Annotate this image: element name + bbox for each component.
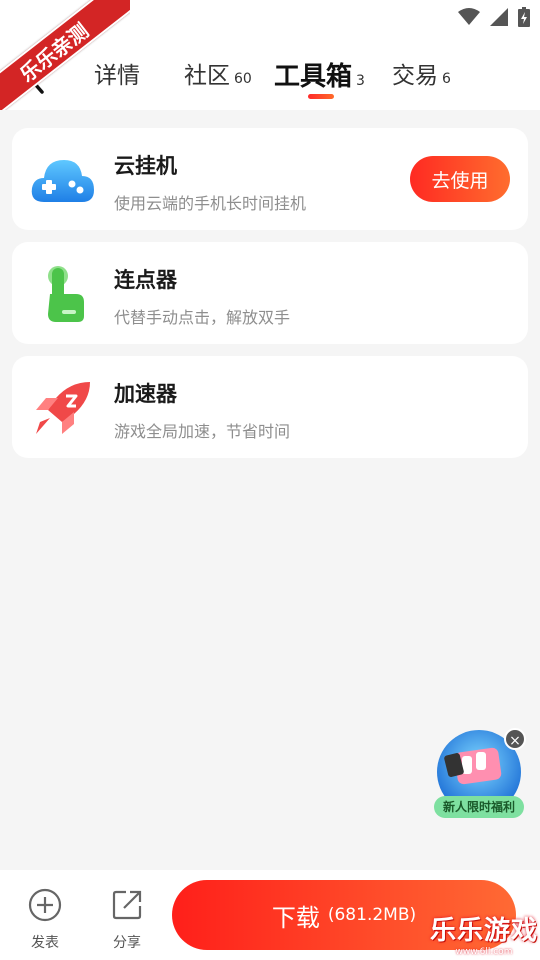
- download-size: (681.2MB): [327, 905, 417, 925]
- tab-label: 社区: [184, 63, 230, 89]
- wifi-icon: [458, 8, 480, 25]
- cloud-gamepad-icon: [31, 160, 94, 202]
- tap-finger-icon: [48, 266, 84, 322]
- promo-label[interactable]: 新人限时福利: [434, 796, 524, 818]
- status-icons: [458, 7, 530, 27]
- signal-icon: [490, 8, 508, 26]
- plus-circle-icon: [28, 888, 62, 922]
- download-label: 下载: [271, 903, 320, 932]
- tool-title: 云挂机: [114, 154, 177, 178]
- post-label: 发表: [31, 935, 59, 951]
- promo-close-button[interactable]: ×: [504, 728, 526, 750]
- tab-details[interactable]: 详情: [94, 56, 140, 96]
- back-arrow-icon[interactable]: [20, 56, 50, 96]
- tab-count: 6: [442, 71, 451, 87]
- use-button[interactable]: 去使用: [410, 156, 510, 202]
- rocket-icon: [36, 382, 90, 434]
- tool-card-auto-clicker[interactable]: 连点器 代替手动点击，解放双手: [12, 242, 528, 344]
- watermark-logo: 乐乐游戏 www.6ll.com: [428, 910, 540, 957]
- tab-label: 工具箱: [274, 62, 353, 92]
- status-bar: [0, 0, 540, 36]
- watermark-url: www.6ll.com: [455, 947, 513, 957]
- tab-toolbox[interactable]: 工具箱 3: [274, 56, 365, 96]
- tab-count: 60: [234, 71, 252, 87]
- tab-community[interactable]: 社区 60: [184, 56, 252, 96]
- tab-trade[interactable]: 交易 6: [392, 56, 451, 96]
- header: 详情 社区 60 工具箱 3 交易 6: [0, 36, 540, 110]
- share-button[interactable]: 分享: [102, 888, 152, 952]
- tab-label: 详情: [94, 63, 140, 89]
- tool-description: 使用云端的手机长时间挂机: [114, 194, 307, 213]
- tab-label: 交易: [392, 63, 438, 89]
- post-button[interactable]: 发表: [20, 888, 70, 952]
- watermark-title: 乐乐游戏: [429, 916, 538, 946]
- tool-description: 游戏全局加速，节省时间: [114, 422, 291, 441]
- tool-title: 连点器: [114, 268, 177, 292]
- share-icon: [112, 890, 142, 920]
- tool-card-accelerator[interactable]: 加速器 游戏全局加速，节省时间: [12, 356, 528, 458]
- active-tab-indicator: [308, 94, 334, 99]
- share-label: 分享: [113, 935, 141, 951]
- battery-icon: [518, 7, 530, 27]
- tool-description: 代替手动点击，解放双手: [114, 308, 291, 327]
- tool-title: 加速器: [114, 382, 177, 406]
- tool-card-cloud-idle[interactable]: 云挂机 使用云端的手机长时间挂机 去使用: [12, 128, 528, 230]
- tab-count: 3: [356, 73, 365, 89]
